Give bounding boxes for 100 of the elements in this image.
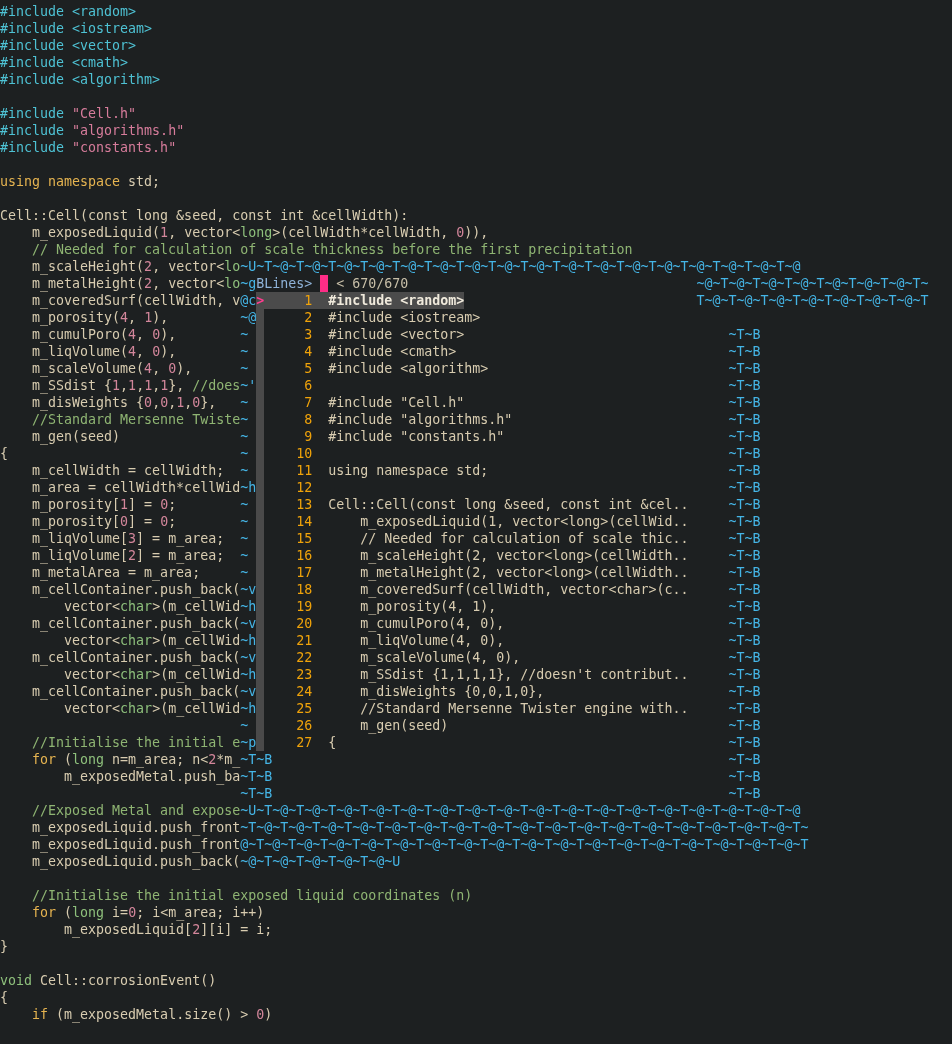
code-line: { xyxy=(0,446,8,461)
glitch-text: ~v xyxy=(240,683,257,699)
code-line: #include "Cell.h" xyxy=(0,105,137,122)
code-line: vector<char>(m_cellWid xyxy=(63,633,241,648)
glitch-text: ~T~B xyxy=(728,701,761,716)
glitch-text: ~T~B xyxy=(728,786,761,801)
code-line: m_area = cellWidth*cellWid xyxy=(31,480,241,495)
code-line: m_cellContainer.push_back( xyxy=(31,616,241,631)
code-line: #include <algorithm> xyxy=(0,71,161,88)
code-line: { xyxy=(0,989,8,1006)
search-result[interactable]: 15 // Needed for calculation of scale thic.. xyxy=(256,530,689,547)
search-result[interactable]: 24 m_disWeights {0,0,1,0}, xyxy=(256,683,545,700)
glitch-text: ~T~B xyxy=(728,667,761,682)
search-result[interactable]: 11 using namespace std; xyxy=(256,462,489,479)
search-result[interactable]: > 1 #include <random> xyxy=(256,292,465,309)
glitch-text: ~T~B xyxy=(728,429,761,444)
glitch-text: ~T~B xyxy=(728,769,761,784)
glitch-text: ~h xyxy=(240,598,257,614)
glitch-text: ~T~B xyxy=(728,514,761,529)
search-result[interactable]: 21 m_liqVolume(4, 0), xyxy=(256,632,505,649)
search-result[interactable]: 14 m_exposedLiquid(1, vector<long>(cellWid.. xyxy=(256,513,689,530)
glitch-text: ~' xyxy=(240,377,257,394)
search-result[interactable]: 10 xyxy=(256,445,329,462)
glitch-text: ~T~B xyxy=(728,463,761,478)
code-line: m_liqVolume(4, 0), xyxy=(31,344,177,359)
search-result[interactable]: 12 xyxy=(256,479,329,496)
search-result[interactable]: 16 m_scaleHeight(2, vector<long>(cellWidth.. xyxy=(256,547,689,564)
code-line: using namespace std; xyxy=(0,173,161,190)
search-result[interactable]: 19 m_porosity(4, 1), xyxy=(256,598,497,615)
search-result[interactable]: 18 m_coveredSurf(cellWidth, vector<char>(c.. xyxy=(256,581,689,598)
glitch-text: ~h xyxy=(240,666,257,682)
search-result[interactable]: 5 #include <algorithm> xyxy=(256,360,489,377)
search-result[interactable]: 7 #include "Cell.h" xyxy=(256,394,465,411)
search-result[interactable]: 8 #include "algorithms.h" xyxy=(256,411,513,428)
search-result[interactable]: 27 { xyxy=(256,734,337,751)
glitch-text: ~g xyxy=(240,275,257,292)
code-line: vector<char>(m_cellWid xyxy=(63,667,241,682)
search-result[interactable]: 26 m_gen(seed) xyxy=(256,717,449,734)
glitch-text: ~T~B xyxy=(240,768,273,784)
code-line: #include "constants.h" xyxy=(0,139,177,156)
search-result[interactable]: 22 m_scaleVolume(4, 0), xyxy=(256,649,521,666)
match-counter: < 670/670 xyxy=(336,275,409,292)
code-line: m_gen(seed) xyxy=(31,429,121,444)
code-line: m_metalArea = m_area; xyxy=(31,565,201,580)
code-line: m_cellContainer.push_back( xyxy=(31,684,241,699)
code-line: #include "algorithms.h" xyxy=(0,122,185,139)
search-result[interactable]: 4 #include <cmath> xyxy=(256,343,457,360)
glitch-text: ~ xyxy=(240,394,250,411)
search-result[interactable]: 20 m_cumulPoro(4, 0), xyxy=(256,615,505,632)
search-result[interactable]: 3 #include <vector> xyxy=(256,326,465,343)
code-line: m_porosity[0] = 0; xyxy=(31,514,177,529)
glitch-text: ~ xyxy=(240,343,250,360)
code-line: m_metalHeight(2, vector<lo xyxy=(31,276,241,291)
glitch-text: ~ xyxy=(240,564,250,581)
glitch-text: ~h xyxy=(240,700,257,716)
code-line: for (long i=0; i<m_area; i++) xyxy=(31,904,265,921)
glitch-text: ~h xyxy=(240,479,257,496)
glitch-text: ~T~B xyxy=(728,650,761,665)
glitch-text: ~ xyxy=(240,530,250,547)
search-result[interactable]: 23 m_SSdist {1,1,1,1}, //doesn't contribut.. xyxy=(256,666,689,683)
search-result[interactable]: 6 xyxy=(256,377,329,394)
glitch-text: ~T~B xyxy=(728,599,761,614)
code-line: m_scaleVolume(4, 0), xyxy=(31,361,193,376)
glitch-text: ~v xyxy=(240,615,257,631)
search-result[interactable]: 25 //Standard Mersenne Twister engine with.. xyxy=(256,700,689,717)
glitch-text: ~T~B xyxy=(240,785,273,802)
code-line: m_coveredSurf(cellWidth, v xyxy=(31,293,241,308)
code-line: vector<char>(m_cellWid xyxy=(63,701,241,716)
search-result[interactable]: 13 Cell::Cell(const long &seed, const int &cel.. xyxy=(256,496,689,513)
glitch-text: ~ xyxy=(240,547,250,564)
glitch-text: ~ xyxy=(240,496,250,513)
code-line: m_exposedMetal.push_ba xyxy=(63,769,241,784)
code-line: //Initialise the initial e xyxy=(31,735,241,750)
code-line: if (m_exposedMetal.size() > 0) xyxy=(31,1006,273,1023)
code-line: m_liqVolume[3] = m_area; xyxy=(31,531,225,546)
search-result[interactable]: 17 m_metalHeight(2, vector<long>(cellWidth.. xyxy=(256,564,689,581)
text-cursor xyxy=(320,275,329,292)
glitch-text: ~h xyxy=(240,632,257,648)
code-line: m_porosity[1] = 0; xyxy=(31,497,177,512)
code-line: m_SSdist {1,1,1,1}, //does xyxy=(31,378,241,393)
glitch-text: ~T~B xyxy=(728,344,761,359)
glitch-text: @c xyxy=(240,292,257,309)
search-result[interactable]: 9 #include "constants.h" xyxy=(256,428,505,445)
code-line: Cell::Cell(const long &seed, const int &cellWidth): xyxy=(0,207,409,224)
search-result[interactable]: 2 #include <iostream> xyxy=(256,309,481,326)
glitch-text: ~T~B xyxy=(728,480,761,495)
glitch-text: ~T~B xyxy=(728,735,761,750)
glitch-text: ~ xyxy=(240,717,250,734)
glitch-text: ~ xyxy=(240,462,250,479)
glitch-text: ~T~B xyxy=(728,616,761,631)
glitch-text: ~T~B xyxy=(728,565,761,580)
code-line: for (long n=m_area; n<2*m_ xyxy=(31,752,241,767)
code-line: m_cumulPoro(4, 0), xyxy=(31,327,177,342)
glitch-text: ~T~B xyxy=(728,633,761,648)
glitch-text: ~ xyxy=(240,326,250,343)
glitch-text: ~T~B xyxy=(240,751,273,767)
code-line: m_exposedLiquid.push_front~T~@~T~@~T~@~T~@~T~@~T~@~T~@~T~@~T~@~T~@~T~@~T~@~T~@~T~@~T~@~T~@~T~@~T~ xyxy=(31,819,809,836)
code-line: m_cellContainer.push_back( xyxy=(31,650,241,665)
code-line: //Initialise the initial exposed liquid coordinates (n) xyxy=(31,887,473,904)
glitch-text: ~@ xyxy=(240,309,257,326)
